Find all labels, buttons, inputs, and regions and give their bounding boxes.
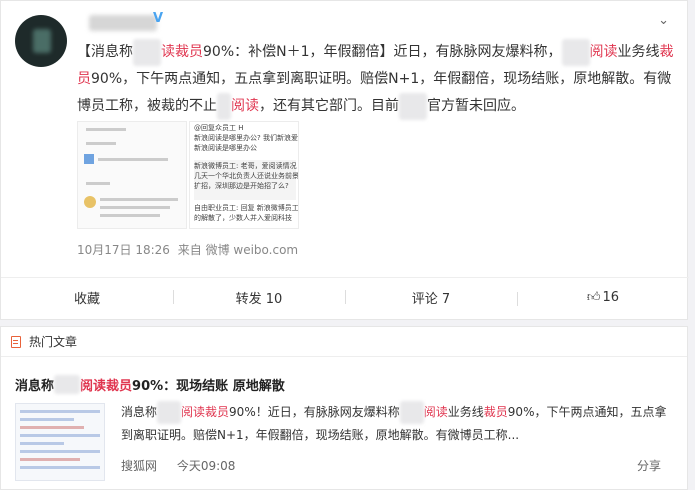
verified-badge-icon: V — [153, 11, 164, 26]
repost-button[interactable]: 转发 10 — [173, 288, 345, 307]
text-segment: 【消息称 — [77, 44, 133, 60]
redacted-text — [561, 39, 590, 66]
favorite-button[interactable]: 收藏 — [1, 288, 173, 307]
text-segment: 90%：现场结账 原地解散 — [132, 379, 285, 394]
article-time: 今天09:08 — [176, 459, 236, 473]
text-segment: 90%：补偿N＋1，年假翻倍】近日，有脉脉网友爆料称， — [203, 44, 562, 60]
text-segment: 官方暂未回应。 — [427, 98, 525, 114]
redacted-text — [399, 401, 424, 424]
highlight-text[interactable]: 阅读 — [231, 98, 259, 114]
hot-articles-header: 热门文章 — [1, 327, 687, 357]
redacted-text — [133, 39, 161, 66]
article-title[interactable]: 消息称 阅读裁员90%：现场结账 原地解散 — [15, 375, 285, 394]
article-summary[interactable]: 消息称 阅读裁员90%！近日，有脉脉网友爆料称 阅读业务线裁员90%，下午两点通… — [121, 401, 677, 447]
highlight-text[interactable]: 裁员 — [484, 405, 508, 419]
comment-button[interactable]: 评论 7 — [345, 288, 517, 307]
redacted-text — [217, 93, 231, 120]
share-button[interactable]: 分享 — [637, 457, 661, 474]
comment-label: 评论 7 — [411, 292, 451, 307]
post-meta: 10月17日 18:26 来自 微博 weibo.com — [77, 241, 298, 258]
article-meta: 搜狐网 今天09:08 — [121, 457, 235, 474]
highlight-text[interactable]: 阅读 — [424, 405, 448, 419]
highlight-text[interactable]: 阅读 — [590, 44, 618, 60]
highlight-text[interactable]: 阅读裁员 — [80, 379, 132, 394]
redacted-text — [54, 375, 81, 394]
post-text: 【消息称 读裁员90%：补偿N＋1，年假翻倍】近日，有脉脉网友爆料称， 阅读业务… — [77, 39, 677, 120]
image-text-line: 几天一个华北负责人还说业务前景 — [194, 172, 299, 180]
post-source[interactable]: 来自 微博 weibo.com — [178, 243, 298, 257]
image-text-line: 新浪阅读是哪里办公? 我们新浪爱阅读 — [194, 134, 298, 142]
post-image-2[interactable]: @回复众员工 H 新浪阅读是哪里办公? 我们新浪爱阅读新浪阅读是哪里办公新浪微博员… — [189, 121, 299, 229]
like-count: 16 — [602, 290, 620, 305]
hot-articles-card: 热门文章 消息称 阅读裁员90%：现场结账 原地解散 消息称 阅读裁员90%！近… — [0, 326, 688, 490]
article-thumbnail[interactable] — [15, 403, 105, 481]
image-text-line: 新浪微博员工: 老哥，爱阅读情况 — [194, 162, 297, 170]
highlight-text[interactable]: 阅读裁员 — [181, 405, 229, 419]
text-segment: 业务线 — [617, 44, 660, 60]
post-time[interactable]: 10月17日 18:26 — [77, 243, 170, 257]
favorite-label: 收藏 — [73, 292, 100, 307]
article-source[interactable]: 搜狐网 — [121, 459, 157, 473]
text-segment: ，还有其它部门。目前 — [259, 98, 399, 114]
weibo-post-card: V ⌄ 【消息称 读裁员90%：补偿N＋1，年假翻倍】近日，有脉脉网友爆料称， … — [0, 0, 689, 320]
redacted-text — [399, 93, 427, 120]
document-icon — [11, 335, 21, 348]
avatar[interactable] — [15, 15, 67, 67]
image-text-line: 新浪阅读是哪里办公 — [194, 144, 257, 152]
repost-label: 转发 10 — [235, 292, 283, 307]
chevron-down-icon[interactable]: ⌄ — [658, 13, 669, 28]
username-blurred[interactable] — [89, 15, 157, 31]
image-text-line: 自由职业员工: 回复 新浪微博员工 — [194, 204, 299, 212]
redacted-text — [157, 401, 182, 424]
post-images: @回复众员工 H 新浪阅读是哪里办公? 我们新浪爱阅读新浪阅读是哪里办公新浪微博员… — [77, 121, 301, 231]
image-text-line: @回复众员工 H — [194, 124, 244, 132]
thumbs-up-icon: 👍︎ — [586, 290, 601, 305]
image-text-line: 的解散了，少数人并入爱阅科技 — [194, 214, 292, 222]
highlight-text[interactable]: 读裁员 — [161, 44, 203, 60]
post-image-1[interactable] — [77, 121, 187, 229]
hot-articles-title: 热门文章 — [29, 335, 78, 349]
text-segment: 消息称 — [121, 405, 158, 419]
like-button[interactable]: 👍︎ 16 — [517, 290, 689, 306]
action-bar: 收藏 转发 10 评论 7 👍︎ 16 — [1, 277, 689, 317]
text-segment: 业务线 — [447, 405, 484, 419]
text-segment: 90%！近日，有脉脉网友爆料称 — [229, 405, 400, 419]
text-segment: 消息称 — [15, 379, 55, 394]
image-text-line: 扩招，深圳那边是开始招了么? — [194, 182, 289, 190]
